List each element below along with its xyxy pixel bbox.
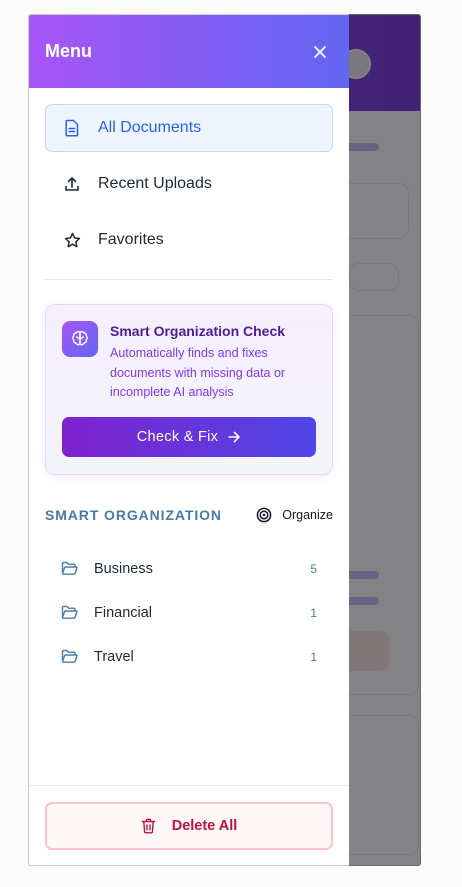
modal-overlay[interactable] — [349, 14, 421, 866]
folder-count: 1 — [310, 605, 317, 620]
folder-count: 1 — [310, 649, 317, 664]
divider — [45, 279, 333, 280]
document-icon — [62, 118, 82, 138]
nav-item-recent-uploads[interactable]: Recent Uploads — [45, 160, 333, 208]
drawer-title: Menu — [45, 41, 92, 61]
star-icon — [62, 230, 82, 250]
smart-organization-heading: SMART ORGANIZATION — [45, 506, 222, 523]
folder-open-icon — [61, 648, 79, 666]
folder-open-icon — [61, 560, 79, 578]
folder-item-business[interactable]: Business 5 — [45, 547, 333, 591]
nav-item-all-documents[interactable]: All Documents — [45, 104, 333, 152]
arrow-right-icon — [228, 431, 241, 442]
folder-item-financial[interactable]: Financial 1 — [45, 591, 333, 635]
delete-all-label: Delete All — [171, 818, 238, 834]
check-and-fix-label: Check & Fix — [136, 428, 219, 445]
folder-open-icon — [61, 604, 79, 622]
close-button[interactable] — [307, 39, 333, 65]
delete-all-button[interactable]: Delete All — [45, 802, 333, 850]
target-icon — [256, 507, 272, 522]
organize-label: Organize — [282, 507, 333, 522]
check-description: Automatically finds and fixes documents … — [110, 346, 286, 399]
folder-name: Financial — [94, 604, 153, 621]
nav-item-label: All Documents — [98, 119, 202, 136]
smart-organization-header: SMART ORGANIZATION Organize — [45, 505, 333, 525]
smart-organization-check-card: Smart Organization Check Automatically f… — [45, 304, 333, 475]
nav-list: All Documents Recent Uploads Favorites — [29, 88, 349, 264]
brain-icon — [62, 321, 98, 357]
folder-list: Business 5 Financial 1 Travel 1 — [45, 547, 333, 679]
organize-button[interactable]: Organize — [256, 507, 333, 523]
drawer-footer: Delete All — [29, 785, 349, 865]
check-title: Smart Organization Check — [110, 323, 286, 339]
trash-icon — [141, 818, 155, 834]
close-icon — [314, 45, 326, 58]
check-and-fix-button[interactable]: Check & Fix — [62, 416, 316, 457]
nav-item-favorites[interactable]: Favorites — [45, 216, 333, 264]
folder-name: Business — [94, 560, 153, 577]
upload-icon — [62, 174, 82, 194]
drawer-header: Menu — [29, 15, 349, 88]
nav-item-label: Recent Uploads — [98, 175, 212, 192]
folder-item-travel[interactable]: Travel 1 — [45, 635, 333, 679]
folder-count: 5 — [310, 561, 317, 576]
nav-item-label: Favorites — [98, 231, 164, 248]
folder-name: Travel — [94, 648, 134, 665]
side-drawer: Menu All Documents Recent Uploads Favori… — [28, 14, 349, 866]
